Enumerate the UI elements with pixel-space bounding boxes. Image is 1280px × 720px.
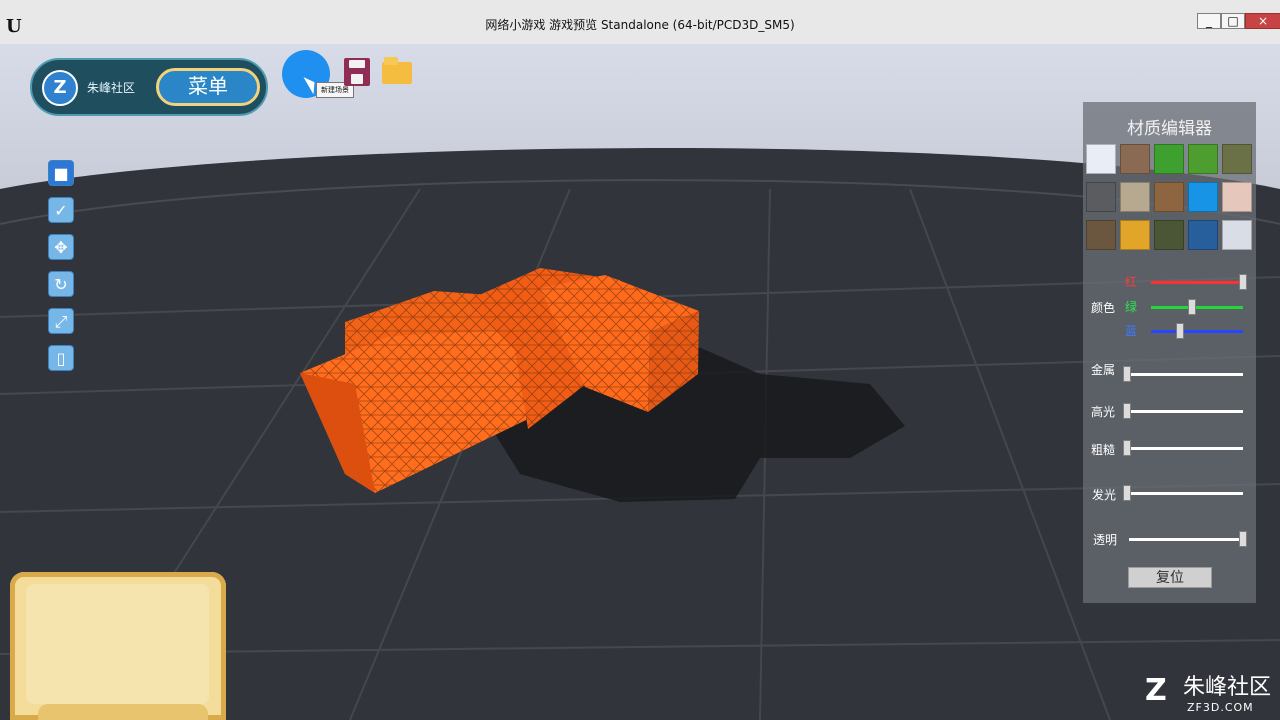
transparency-slider-track[interactable] [1129,538,1243,541]
roughness-slider-thumb[interactable] [1123,440,1131,456]
blue-slider-track[interactable] [1151,330,1243,333]
close-button[interactable]: × [1245,13,1280,29]
metal-slider-thumb[interactable] [1123,366,1131,382]
parchment-tab [38,704,208,720]
color-label: 颜色 [1091,301,1116,315]
scale-icon[interactable]: ⤢ [48,308,74,334]
specular-slider-track[interactable] [1127,410,1243,413]
reset-button[interactable]: 复位 [1128,567,1212,588]
maximize-button[interactable]: □ [1221,13,1245,29]
material-swatch[interactable] [1222,220,1252,250]
roughness-slider-track[interactable] [1127,447,1243,450]
material-swatch[interactable] [1120,182,1150,212]
material-swatch[interactable] [1222,144,1252,174]
material-swatch[interactable] [1086,182,1116,212]
parchment-panel [10,572,226,720]
blue-slider-thumb[interactable] [1176,323,1185,339]
red-label: 红 [1125,275,1138,289]
window-titlebar: U 网络小游戏 游戏预览 Standalone (64-bit/PCD3D_SM… [0,0,1280,45]
material-swatch[interactable] [1188,144,1218,174]
specular-label: 高光 [1091,405,1116,419]
transparency-slider-thumb[interactable] [1239,531,1247,547]
rotate-icon[interactable]: ↻ [48,271,74,297]
delete-icon[interactable]: ▯ [48,345,74,371]
transparency-label: 透明 [1093,533,1118,547]
logo-panel: Z 朱峰社区 菜单 [30,58,268,116]
watermark-subtext: ZF3D.COM [1187,701,1254,714]
minimize-button[interactable]: _ [1197,13,1221,29]
cube-icon[interactable]: ■ [48,160,74,186]
specular-slider-thumb[interactable] [1123,403,1131,419]
top-toolbar: 新建场景 [282,50,422,98]
material-swatch[interactable] [1154,220,1184,250]
watermark-logo-icon: Z [1145,673,1167,708]
material-swatch[interactable] [1188,182,1218,212]
brand-name: 朱峰社区 [87,81,136,95]
material-swatch[interactable] [1222,182,1252,212]
material-swatch[interactable] [1120,144,1150,174]
metal-label: 金属 [1091,363,1116,377]
material-swatch[interactable] [1154,144,1184,174]
move-icon[interactable]: ✥ [48,234,74,260]
metal-slider-track[interactable] [1127,373,1243,376]
watermark: Z 朱峰社区 ZF3D.COM [1145,673,1272,715]
emissive-slider-track[interactable] [1127,492,1243,495]
green-label: 绿 [1125,300,1138,314]
red-slider-thumb[interactable] [1239,274,1247,290]
menu-button[interactable]: 菜单 [156,68,260,106]
left-tool-column: ■ ✓ ✥ ↻ ⤢ ▯ [48,160,76,382]
save-icon[interactable] [344,58,370,86]
material-swatch[interactable] [1086,144,1116,174]
material-swatch[interactable] [1086,220,1116,250]
folder-icon[interactable] [382,57,412,84]
emissive-label: 发光 [1092,488,1117,502]
watermark-text: 朱峰社区 [1183,675,1272,700]
checkbox-icon[interactable]: ✓ [48,197,74,223]
green-slider-thumb[interactable] [1188,299,1197,315]
window-title: 网络小游戏 游戏预览 Standalone (64-bit/PCD3D_SM5) [485,18,795,32]
green-slider-track[interactable] [1151,306,1243,309]
red-slider-track[interactable] [1151,281,1243,284]
blue-label: 蓝 [1125,324,1138,338]
material-swatch[interactable] [1154,182,1184,212]
material-editor-panel: 材质编辑器 颜色 红 绿 蓝 金属 高光 粗糙 发光 透明 复位 [1083,102,1256,603]
brand-logo-icon: Z [42,70,78,106]
material-swatches [1086,144,1256,256]
emissive-slider-thumb[interactable] [1123,485,1131,501]
material-editor-title: 材质编辑器 [1127,119,1212,139]
material-swatch[interactable] [1188,220,1218,250]
material-swatch[interactable] [1120,220,1150,250]
roughness-label: 粗糙 [1091,443,1116,457]
